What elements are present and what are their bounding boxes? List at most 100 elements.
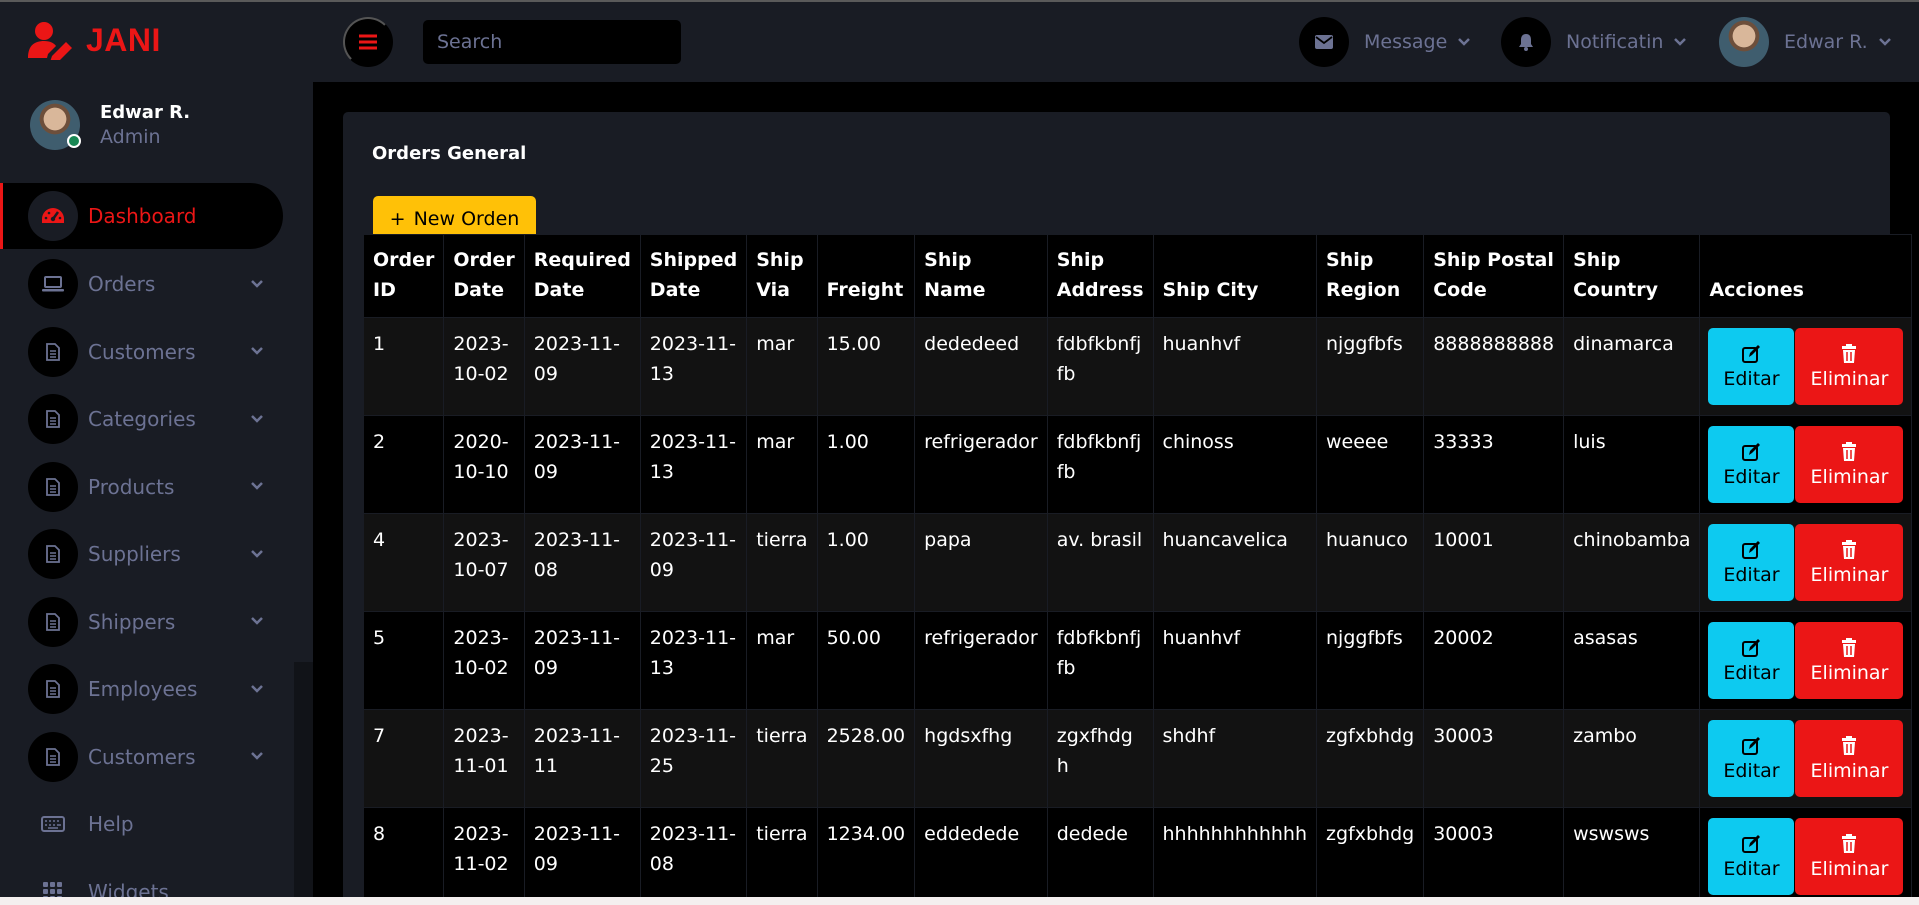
delete-label: Eliminar	[1810, 367, 1889, 390]
table-header-row: Order ID Order Date Required Date Shippe…	[362, 234, 1913, 318]
card-title: Orders General	[372, 143, 527, 164]
brand-name: JANI	[86, 21, 161, 58]
trash-icon	[1842, 343, 1857, 363]
sidebar-item-label: Products	[88, 474, 175, 499]
delete-label: Eliminar	[1810, 563, 1889, 586]
col-ship-via: Ship Via	[746, 234, 818, 318]
delete-button[interactable]: Eliminar	[1795, 818, 1904, 895]
cell-ship-name: refrigerador	[914, 611, 1048, 710]
sidebar-scrollbar-track[interactable]	[294, 662, 313, 897]
sidebar-item-label: Help	[88, 812, 134, 837]
cell-ship-postal-code: 30003	[1423, 807, 1565, 905]
cell-ship-region: weeee	[1316, 415, 1425, 514]
cell-freight: 50.00	[816, 611, 916, 710]
cell-ship-via: tierra	[746, 807, 818, 905]
sidebar-item-categories[interactable]: Categories	[0, 386, 294, 454]
cell-ship-city: huanhvf	[1152, 611, 1318, 710]
sidebar-item-customers-2[interactable]: Customers	[0, 723, 294, 791]
edit-button[interactable]: Editar	[1708, 818, 1795, 895]
avatar	[30, 100, 81, 150]
edit-icon	[1742, 540, 1761, 559]
delete-button[interactable]: Eliminar	[1795, 720, 1904, 797]
sidebar-item-shippers[interactable]: Shippers	[0, 588, 294, 656]
delete-label: Eliminar	[1810, 465, 1889, 488]
sidebar-item-dashboard[interactable]: Dashboard	[0, 183, 283, 249]
chevron-down-icon	[251, 549, 263, 558]
bell-icon	[1501, 17, 1551, 67]
edit-button[interactable]: Editar	[1708, 328, 1795, 405]
sidebar-item-suppliers[interactable]: Suppliers	[0, 521, 294, 589]
sidebar-item-orders[interactable]: Orders	[0, 251, 294, 319]
cell-order-date: 2023-11-01	[443, 709, 525, 808]
message-dropdown[interactable]: Message	[1299, 16, 1471, 68]
sidebar-item-label: Employees	[88, 677, 198, 702]
cell-actions: Editar Eliminar	[1699, 317, 1913, 416]
edit-button[interactable]: Editar	[1708, 524, 1795, 601]
cell-shipped-date: 2023-11-13	[639, 611, 748, 710]
cell-freight: 15.00	[816, 317, 916, 416]
cell-freight: 2528.00	[816, 709, 916, 808]
cell-ship-address: fdbfkbnfjfb	[1046, 611, 1154, 710]
table-row: 5 2023-10-02 2023-11-09 2023-11-13 mar 5…	[362, 611, 1913, 710]
brand[interactable]: JANI	[28, 20, 161, 60]
chevron-down-icon	[1674, 38, 1687, 46]
edit-button[interactable]: Editar	[1708, 426, 1795, 503]
edit-icon	[1742, 736, 1761, 755]
cell-ship-city: chinoss	[1152, 415, 1318, 514]
chevron-down-icon	[251, 279, 263, 288]
file-icon	[28, 731, 78, 782]
cell-ship-country: luis	[1563, 415, 1701, 514]
sidebar-item-label: Dashboard	[88, 204, 197, 228]
sidebar-item-label: Customers	[88, 339, 196, 364]
cell-ship-via: mar	[746, 317, 818, 416]
sidebar: JANI Edwar R. Admin Dashboard Orders Cus…	[0, 2, 294, 904]
col-ship-name: Ship Name	[914, 234, 1048, 318]
cell-ship-region: huanuco	[1316, 513, 1425, 612]
chevron-down-icon	[1878, 38, 1891, 46]
sidebar-scrollbar-thumb[interactable]	[294, 2, 313, 662]
col-ship-address: Ship Address	[1046, 234, 1154, 318]
col-required-date: Required Date	[523, 234, 641, 318]
chevron-down-icon	[1458, 38, 1471, 46]
trash-icon	[1842, 539, 1857, 559]
cell-actions: Editar Eliminar	[1699, 415, 1913, 514]
edit-icon	[1742, 442, 1761, 461]
notification-dropdown[interactable]: Notificatin	[1501, 16, 1687, 68]
sidebar-item-products[interactable]: Products	[0, 453, 294, 521]
cell-required-date: 2023-11-09	[523, 611, 641, 710]
user-dropdown[interactable]: Edwar R.	[1719, 16, 1892, 68]
delete-button[interactable]: Eliminar	[1795, 426, 1904, 503]
delete-button[interactable]: Eliminar	[1795, 328, 1904, 405]
edit-icon	[1742, 344, 1761, 363]
user-edit-icon	[28, 22, 72, 60]
user-avatar	[1719, 17, 1769, 67]
keyboard-icon	[28, 799, 78, 849]
user-label: Edwar R.	[1784, 31, 1868, 53]
file-icon	[28, 596, 78, 647]
col-ship-country: Ship Country	[1563, 234, 1701, 318]
online-status-dot	[67, 134, 81, 148]
bottom-strip	[0, 897, 1919, 905]
edit-label: Editar	[1723, 367, 1780, 390]
cell-ship-country: asasas	[1563, 611, 1701, 710]
edit-icon	[1742, 638, 1761, 657]
edit-button[interactable]: Editar	[1708, 622, 1795, 699]
cell-ship-address: fdbfkbnfjfb	[1046, 415, 1154, 514]
cell-ship-postal-code: 10001	[1423, 513, 1565, 612]
edit-button[interactable]: Editar	[1708, 720, 1795, 797]
sidebar-item-employees[interactable]: Employees	[0, 656, 294, 724]
sidebar-item-help[interactable]: Help	[0, 791, 294, 859]
search-input[interactable]	[423, 20, 681, 64]
cell-ship-address: zgxfhdgh	[1046, 709, 1154, 808]
sidebar-item-customers[interactable]: Customers	[0, 318, 294, 386]
delete-button[interactable]: Eliminar	[1795, 524, 1904, 601]
delete-button[interactable]: Eliminar	[1795, 622, 1904, 699]
table-row: 2 2020-10-10 2023-11-09 2023-11-13 mar 1…	[362, 415, 1913, 514]
sidebar-toggle-button[interactable]	[343, 17, 393, 67]
cell-ship-via: tierra	[746, 709, 818, 808]
cell-order-id: 7	[362, 709, 445, 808]
cell-required-date: 2023-11-08	[523, 513, 641, 612]
cell-required-date: 2023-11-09	[523, 807, 641, 905]
edit-icon	[1742, 834, 1761, 853]
cell-ship-city: huanhvf	[1152, 317, 1318, 416]
